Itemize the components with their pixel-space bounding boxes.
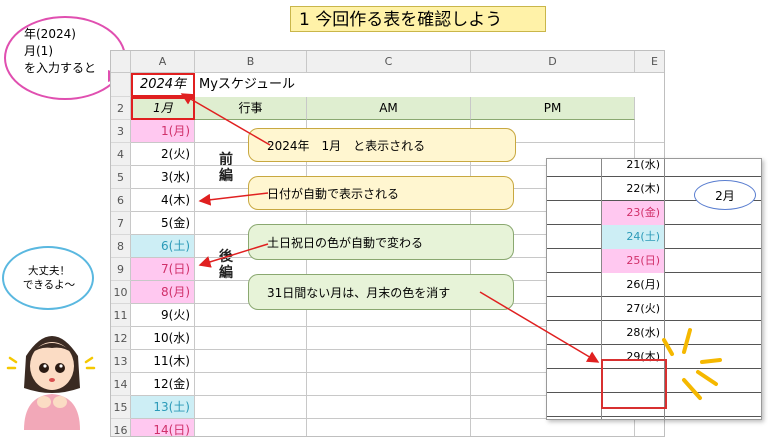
bubble-line: 大丈夫！: [28, 265, 70, 277]
bubble-line: できるよ～: [22, 279, 76, 291]
character-illustration: [6, 336, 96, 430]
arrow-to-date: [198, 192, 269, 206]
arrow-to-weekend: [198, 243, 269, 268]
arrow-to-year: [180, 93, 271, 146]
arrow-to-month-end: [479, 291, 600, 363]
sparkle-icon: [662, 328, 722, 400]
arrows-overlay: [180, 93, 722, 400]
speech-bubble-right-text: 大丈夫！ できるよ～: [14, 264, 84, 292]
